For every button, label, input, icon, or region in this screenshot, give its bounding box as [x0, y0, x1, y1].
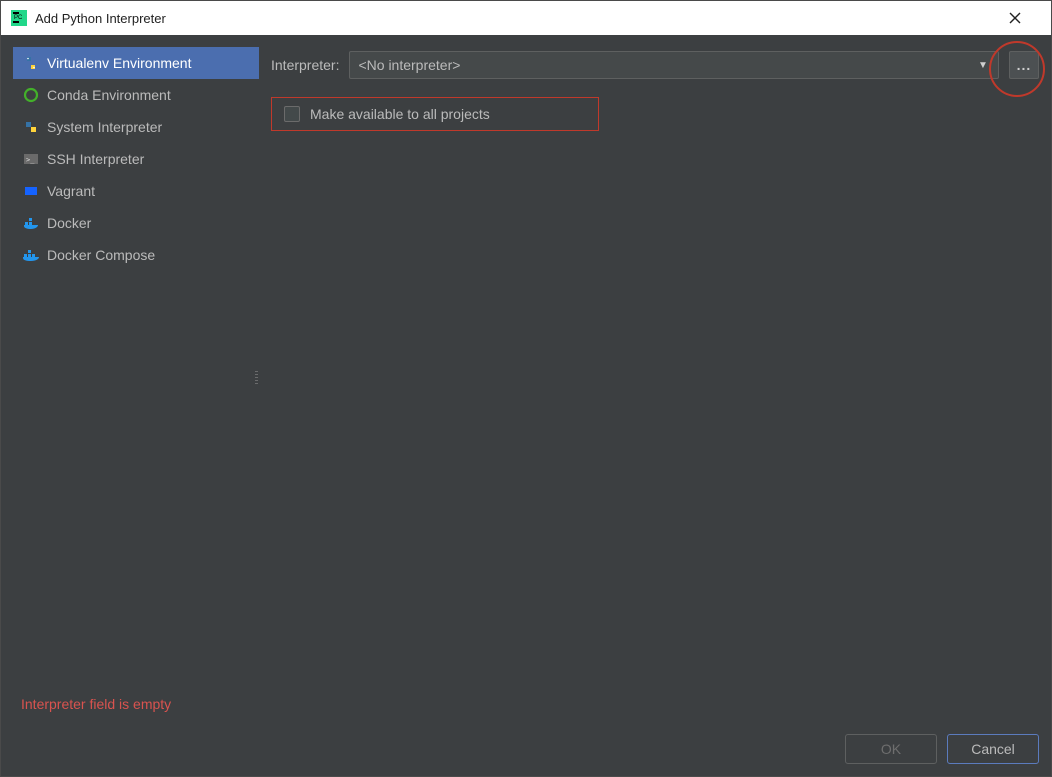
- error-message: Interpreter field is empty: [13, 690, 1039, 734]
- python-icon: [23, 119, 39, 135]
- footer: Interpreter field is empty OK Cancel: [1, 696, 1051, 776]
- sidebar-item-docker[interactable]: Docker: [13, 207, 259, 239]
- sidebar-item-label: Docker Compose: [47, 247, 155, 263]
- dialog-body: Virtualenv Environment Conda Environment…: [1, 35, 1051, 776]
- titlebar[interactable]: PC Add Python Interpreter: [1, 1, 1051, 35]
- ellipsis-icon: ...: [1017, 57, 1032, 73]
- python-venv-icon: [23, 55, 39, 71]
- window-title: Add Python Interpreter: [35, 11, 1009, 26]
- close-icon[interactable]: [1009, 12, 1041, 24]
- make-available-checkbox[interactable]: [284, 106, 300, 122]
- sidebar: Virtualenv Environment Conda Environment…: [13, 47, 259, 696]
- vagrant-icon: [23, 183, 39, 199]
- button-row: OK Cancel: [13, 734, 1039, 764]
- interpreter-combo-value: <No interpreter>: [358, 57, 976, 73]
- interpreter-combo[interactable]: <No interpreter> ▼: [349, 51, 999, 79]
- cancel-button-label: Cancel: [971, 741, 1015, 757]
- sidebar-item-vagrant[interactable]: Vagrant: [13, 175, 259, 207]
- content-panel: Interpreter: <No interpreter> ▼ ... Make…: [271, 47, 1039, 696]
- sidebar-item-label: SSH Interpreter: [47, 151, 144, 167]
- sidebar-item-label: Vagrant: [47, 183, 95, 199]
- conda-icon: [23, 87, 39, 103]
- sidebar-item-label: Docker: [47, 215, 91, 231]
- sidebar-item-virtualenv[interactable]: Virtualenv Environment: [13, 47, 259, 79]
- make-available-label: Make available to all projects: [310, 106, 490, 122]
- ok-button-label: OK: [881, 741, 901, 757]
- sidebar-item-conda[interactable]: Conda Environment: [13, 79, 259, 111]
- svg-text:PC: PC: [14, 15, 23, 21]
- make-available-row: Make available to all projects: [271, 97, 599, 131]
- chevron-down-icon: ▼: [976, 60, 990, 71]
- pycharm-app-icon: PC: [11, 10, 27, 26]
- sidebar-item-system[interactable]: System Interpreter: [13, 111, 259, 143]
- panel-splitter[interactable]: [254, 371, 258, 385]
- interpreter-label: Interpreter:: [271, 57, 339, 73]
- cancel-button[interactable]: Cancel: [947, 734, 1039, 764]
- splitter-grip-icon: [255, 371, 258, 385]
- docker-icon: [23, 215, 39, 231]
- docker-compose-icon: [23, 247, 39, 263]
- sidebar-item-docker-compose[interactable]: Docker Compose: [13, 239, 259, 271]
- main-row: Virtualenv Environment Conda Environment…: [1, 35, 1051, 696]
- sidebar-item-ssh[interactable]: >_ SSH Interpreter: [13, 143, 259, 175]
- sidebar-item-label: System Interpreter: [47, 119, 162, 135]
- sidebar-item-label: Virtualenv Environment: [47, 55, 191, 71]
- svg-text:>_: >_: [26, 156, 35, 164]
- interpreter-row: Interpreter: <No interpreter> ▼ ...: [271, 47, 1039, 83]
- ok-button[interactable]: OK: [845, 734, 937, 764]
- dialog-window: PC Add Python Interpreter Virtualenv Env…: [0, 0, 1052, 777]
- sidebar-item-label: Conda Environment: [47, 87, 171, 103]
- terminal-icon: >_: [23, 151, 39, 167]
- browse-button[interactable]: ...: [1009, 51, 1039, 79]
